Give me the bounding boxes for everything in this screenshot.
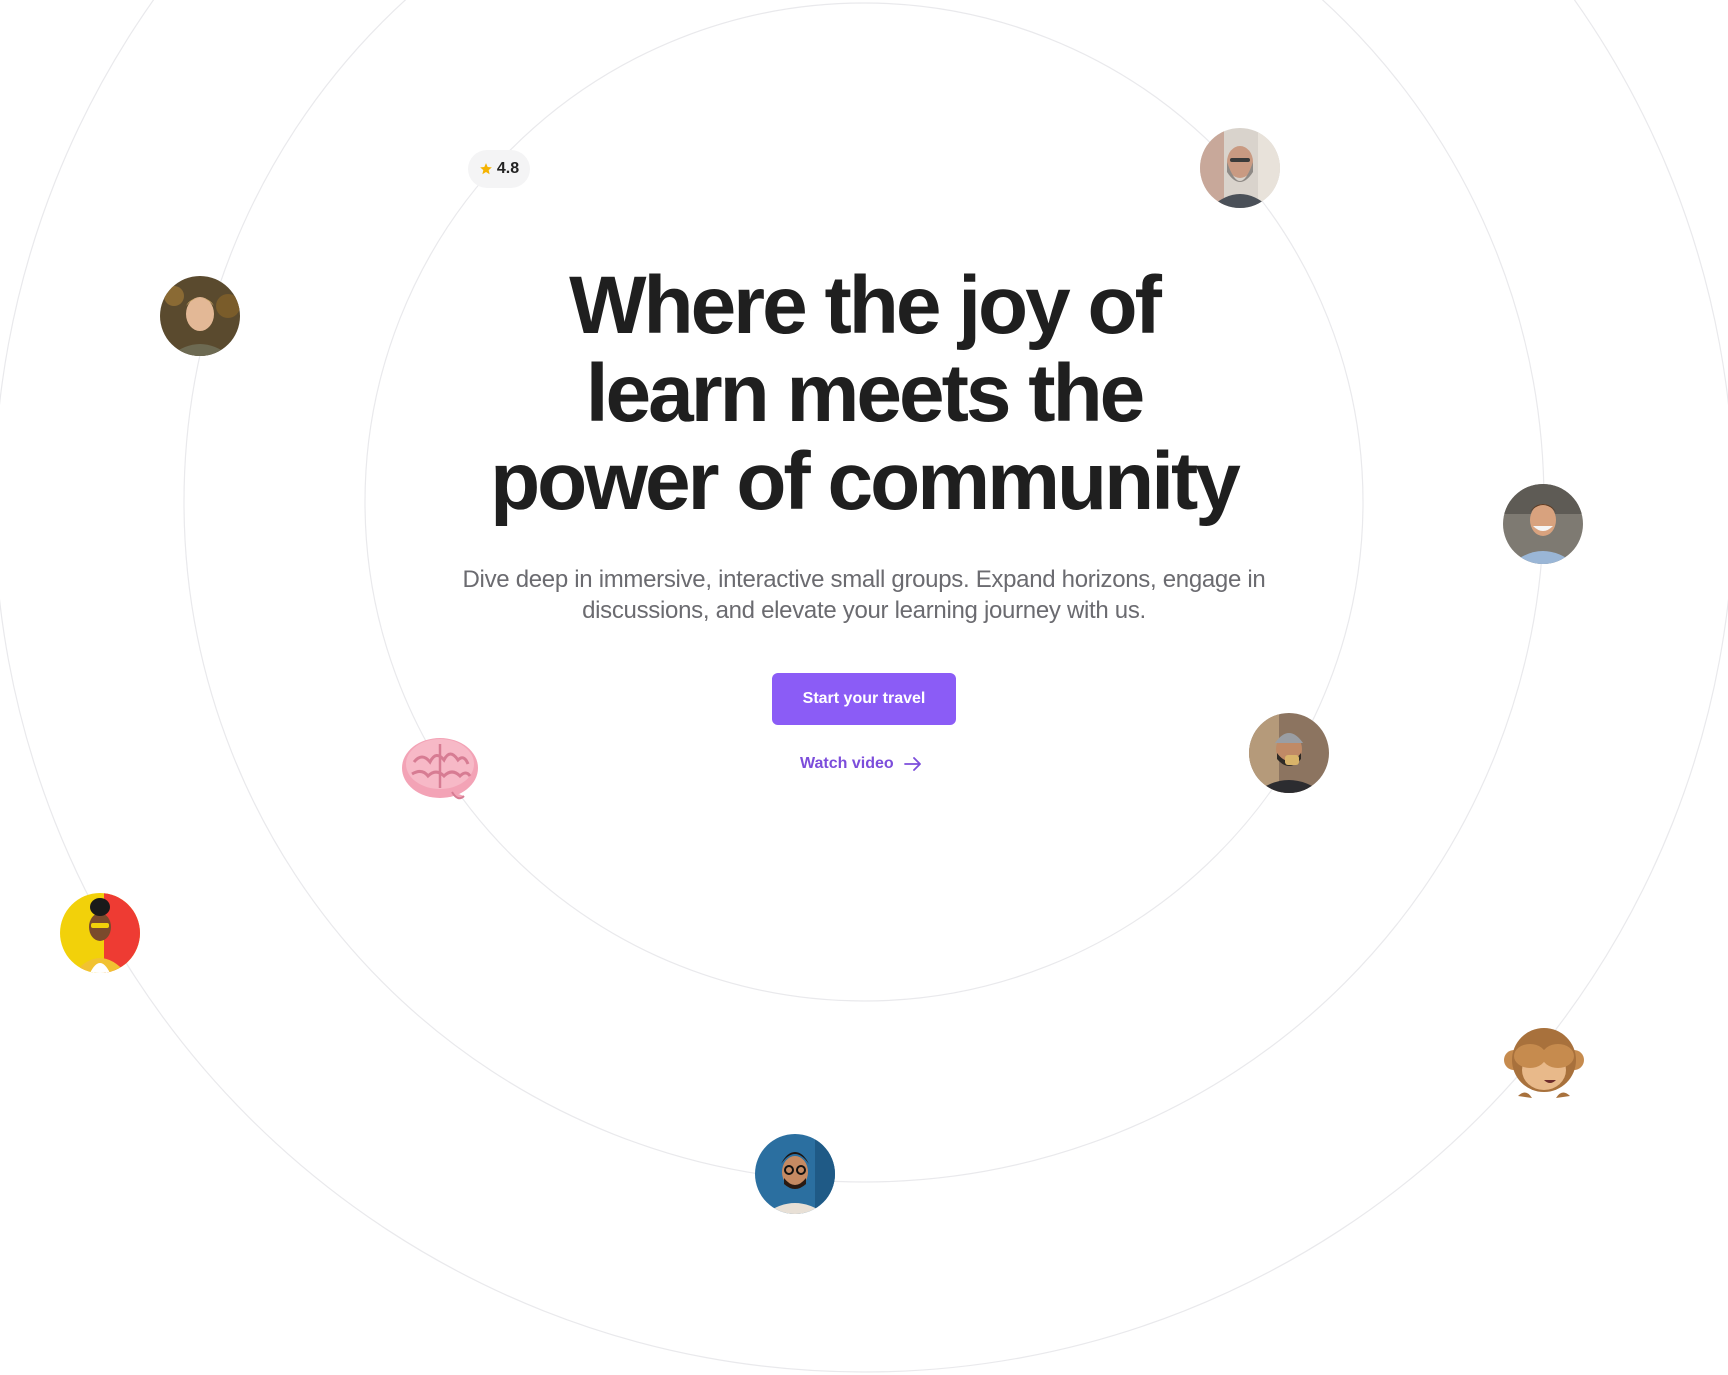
hero-title-line-1: Where the joy of	[569, 260, 1162, 351]
avatar-blond-man	[160, 276, 240, 356]
rating-value: 4.8	[496, 160, 520, 177]
watch-video-link[interactable]: Watch video	[800, 752, 922, 776]
start-your-travel-button[interactable]: Start your travel	[772, 673, 956, 725]
avatar-man-with-glasses	[755, 1134, 835, 1214]
hero-title: Where the joy of learn meets the power o…	[364, 262, 1364, 526]
avatar-bearded-man	[1200, 128, 1280, 208]
brain-emoji	[398, 724, 482, 808]
hero-title-line-2: learn meets the	[585, 348, 1146, 439]
rating-badge: 4.8	[468, 150, 530, 188]
star-icon	[480, 163, 492, 175]
avatar-woman-yellow-background	[60, 893, 140, 973]
hero-section: 4.8 Where the joy of learn meets the pow…	[0, 0, 1728, 1375]
arrow-right-icon	[903, 757, 921, 771]
watch-video-label: Watch video	[800, 755, 894, 772]
see-no-evil-monkey-emoji	[1502, 1020, 1586, 1104]
avatar-man-with-beanie	[1249, 713, 1329, 793]
avatar-smiling-man	[1503, 484, 1583, 564]
hero-content: Where the joy of learn meets the power o…	[364, 262, 1364, 626]
hero-title-line-3: power of community	[490, 436, 1241, 527]
hero-subtitle: Dive deep in immersive, interactive smal…	[462, 566, 1266, 624]
